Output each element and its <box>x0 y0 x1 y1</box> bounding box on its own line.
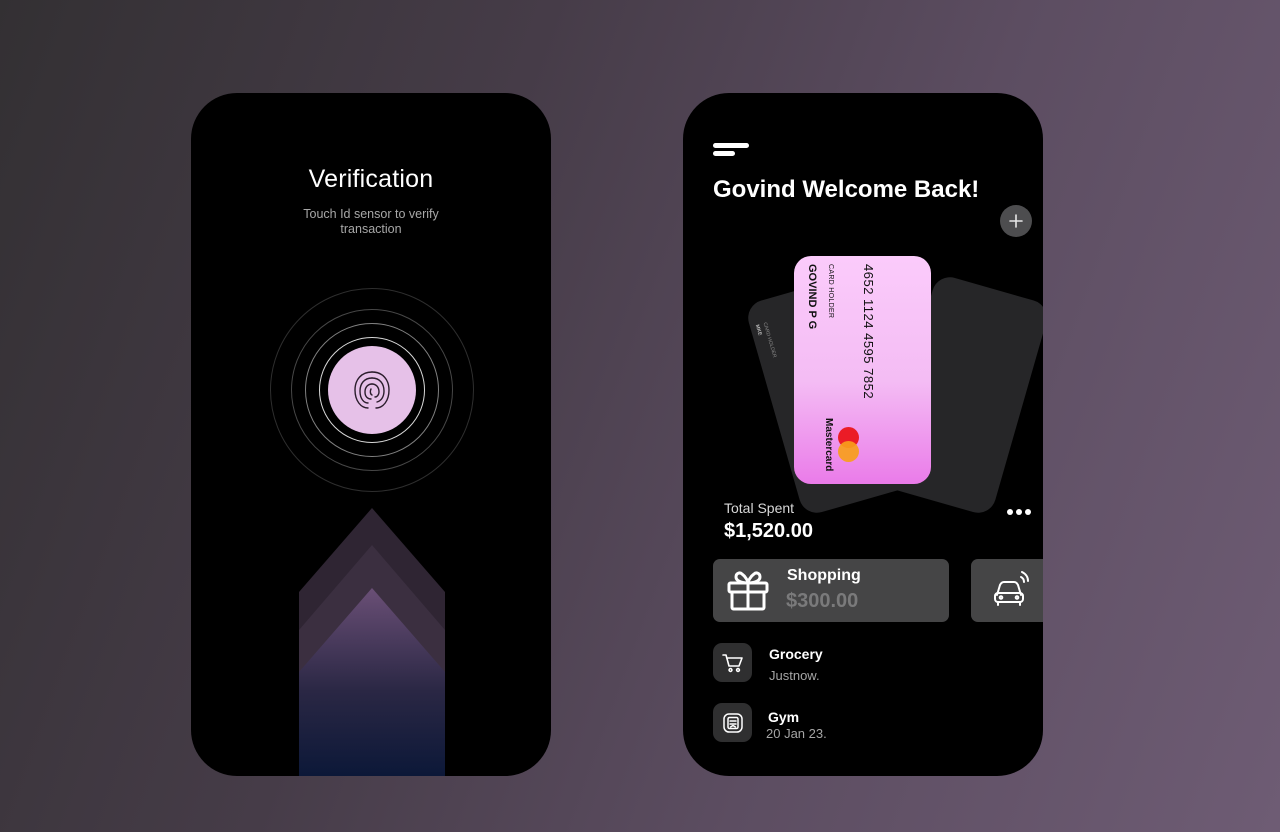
transaction-icon-box <box>713 643 752 682</box>
fingerprint-sensor-button[interactable] <box>328 346 416 434</box>
welcome-heading: Govind Welcome Back! <box>713 176 980 203</box>
fingerprint-icon <box>354 371 390 409</box>
credit-card[interactable]: 4652 1124 4595 7852 CARD HOLDER GOVIND P… <box>794 256 931 484</box>
add-card-button[interactable] <box>1000 205 1032 237</box>
plus-icon <box>1009 214 1023 228</box>
category-amount: $300.00 <box>786 590 859 612</box>
more-options-button[interactable] <box>1007 507 1033 517</box>
mastercard-logo-icon <box>838 427 860 465</box>
total-spent-value: $1,520.00 <box>724 520 813 542</box>
back-card-holder-label: CARD HOLDER <box>761 321 778 359</box>
cart-icon <box>721 653 743 672</box>
category-card-shopping[interactable]: Shopping $300.00 <box>713 559 949 622</box>
transaction-icon-box <box>713 703 752 742</box>
receipt-icon <box>722 712 743 733</box>
card-number: 4652 1124 4595 7852 <box>861 264 876 400</box>
category-name: Shopping <box>787 567 861 584</box>
transaction-name: Gym <box>768 709 800 725</box>
verification-screen: Verification Touch Id sensor to verify t… <box>191 93 551 776</box>
transaction-name: Grocery <box>769 646 823 662</box>
transaction-time: Justnow. <box>769 668 820 683</box>
menu-icon[interactable] <box>713 143 749 157</box>
card-brand: Mastercard <box>823 418 834 472</box>
gift-icon <box>727 571 769 611</box>
swipe-up-chevrons[interactable] <box>299 508 445 776</box>
transaction-time: 20 Jan 23. <box>766 726 827 741</box>
car-icon <box>994 571 1029 606</box>
dashboard-screen: Govind Welcome Back! CARD HOLDER MKE 465… <box>683 93 1043 776</box>
total-spent-label: Total Spent <box>724 500 795 516</box>
card-holder-name: GOVIND P G <box>806 264 818 330</box>
card-holder-label: CARD HOLDER <box>827 264 834 319</box>
category-card-car[interactable] <box>971 559 1043 622</box>
